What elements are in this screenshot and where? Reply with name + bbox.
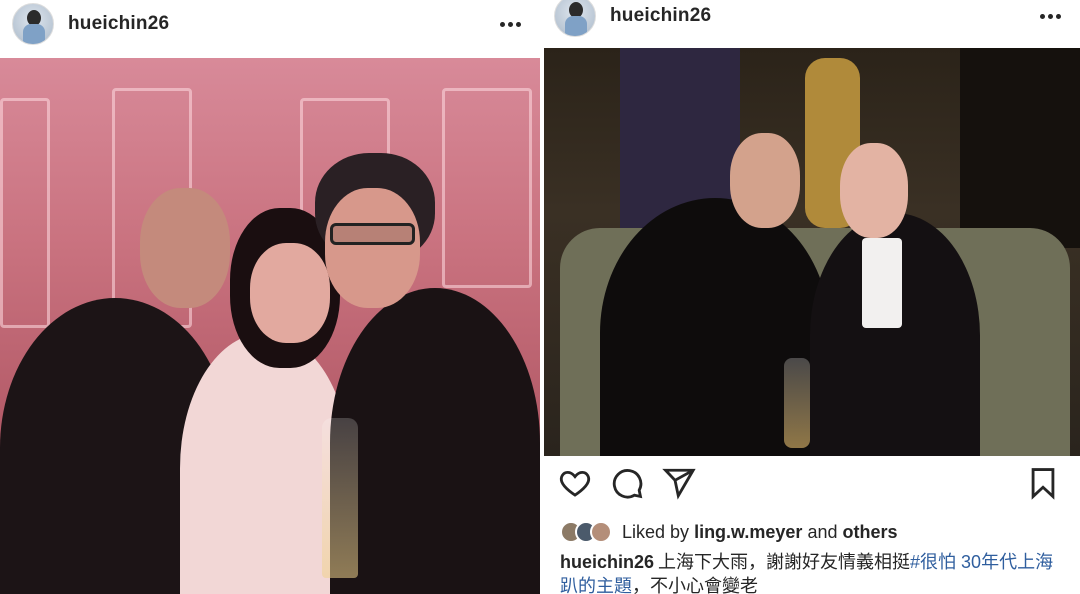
person-right-suit [330,288,540,594]
post-photo[interactable] [544,48,1080,456]
dark-doorway [960,48,1080,248]
instagram-post-right: hueichin26 Liked by ling.w.meyer and oth… [544,0,1080,594]
post-header: hueichin26 [0,0,540,48]
avatar-body [23,24,45,44]
post-caption: hueichin26 上海下大雨，謝謝好友情義相挺#很怕 30年代上海趴的主題，不… [560,550,1066,594]
instagram-post-left: hueichin26 [0,0,540,594]
wall-panel [442,88,532,288]
liked-by-and: and [807,521,838,542]
post-username[interactable]: hueichin26 [610,5,711,27]
post-actions [544,466,1080,508]
person-right-face [840,143,908,238]
avatar-body [565,16,587,36]
heart-icon[interactable] [558,466,592,500]
post-header: hueichin26 [544,0,1080,40]
user-avatar[interactable] [12,3,54,45]
more-options-icon[interactable] [500,14,522,34]
comment-icon[interactable] [610,466,644,500]
person-center-face [250,243,330,343]
person-left-face [140,188,230,308]
person-right-shirt [862,238,902,328]
user-avatar[interactable] [554,0,596,37]
post-username[interactable]: hueichin26 [68,13,169,35]
liked-by-row: Liked by ling.w.meyer and others [560,518,898,546]
caption-tail: ，不小心會變老 [632,576,758,594]
wall-panel [0,98,50,328]
glasses [330,223,415,245]
liked-by-prefix: Liked by [622,521,690,542]
post-photo[interactable] [0,58,540,594]
liker-avatars[interactable] [560,521,612,543]
caption-username[interactable]: hueichin26 [560,552,654,572]
person-left-face [730,133,800,228]
liked-by-others[interactable]: others [843,522,898,542]
liked-by-text: Liked by ling.w.meyer and others [622,522,898,543]
person-right-face [325,188,420,308]
champagne-glass [784,358,810,448]
champagne-glass [322,418,358,578]
more-options-icon[interactable] [1040,6,1062,26]
caption-text: 上海下大雨，謝謝好友情義相挺 [658,552,911,572]
share-icon[interactable] [662,466,696,500]
liked-by-user[interactable]: ling.w.meyer [694,522,802,542]
liker-avatar [590,521,612,543]
bookmark-icon[interactable] [1026,466,1060,500]
